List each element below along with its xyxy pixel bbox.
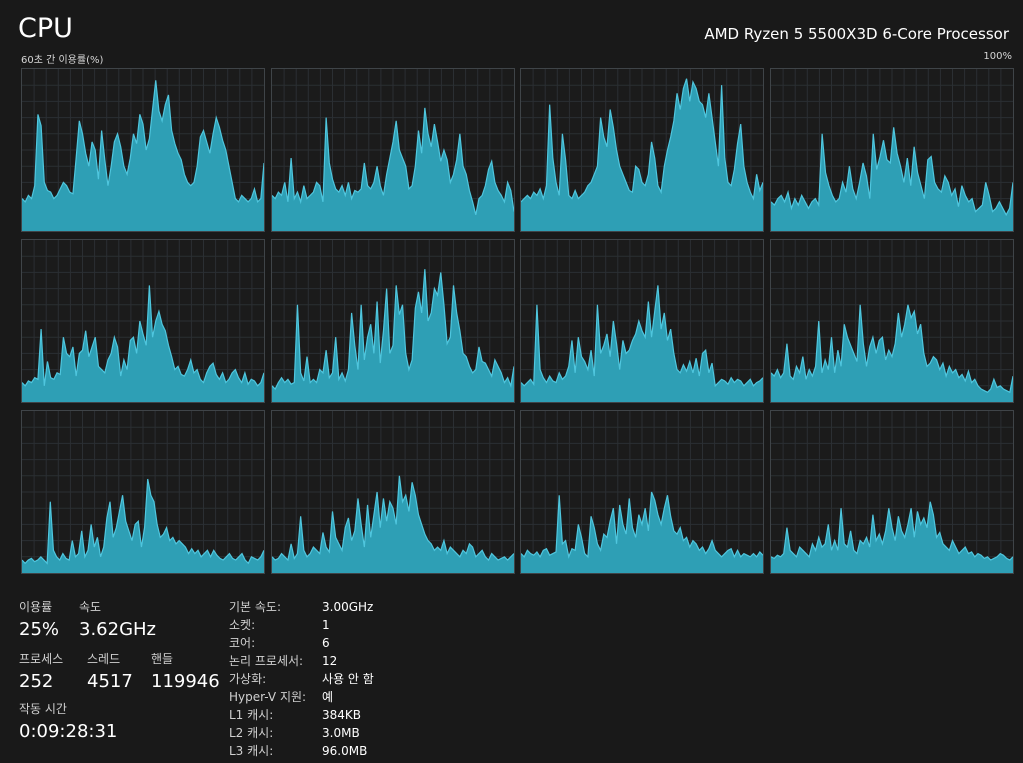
logical-processor-graph[interactable]	[21, 410, 265, 574]
logical-processor-graph[interactable]	[520, 239, 765, 403]
logical-processor-graph[interactable]	[769, 410, 1014, 574]
logical-processor-graph[interactable]	[769, 68, 1014, 232]
logical-processor-graph[interactable]	[21, 68, 265, 232]
spec-label: 논리 프로세서:	[229, 654, 304, 668]
uptime-value: 0:09:28:31	[19, 721, 118, 742]
spec-row: 소켓: 1	[229, 616, 449, 634]
usage-graph	[770, 240, 1013, 402]
stats-panel: 이용률 25% 속도 3.62GHz 프로세스 252 스레드 4517 핸들 …	[19, 598, 229, 758]
graph-max-label: 100%	[983, 51, 1012, 62]
spec-label: L3 캐시:	[229, 744, 274, 758]
handles-value: 119946	[151, 671, 220, 692]
spec-label: L2 캐시:	[229, 726, 274, 740]
spec-row: 가상화: 사용 안 함	[229, 670, 449, 688]
usage-graph	[271, 240, 514, 402]
utilization-label: 이용률	[19, 600, 53, 614]
page-title: CPU	[18, 13, 73, 44]
usage-graph	[22, 69, 264, 231]
logical-processor-graph[interactable]	[270, 239, 515, 403]
spec-value: 96.0MB	[322, 744, 368, 758]
speed-label: 속도	[79, 600, 102, 614]
spec-label: 기본 속도:	[229, 600, 282, 614]
uptime-label: 작동 시간	[19, 702, 67, 716]
spec-row: 논리 프로세서: 12	[229, 652, 449, 670]
spec-label: 코어:	[229, 636, 256, 650]
processor-specs: 기본 속도: 3.00GHz 소켓: 1 코어: 6 논리 프로세서: 12 가상화: 사용 안 …	[229, 598, 449, 760]
spec-value: 사용 안 함	[322, 672, 374, 686]
usage-graph	[770, 69, 1013, 231]
usage-graph	[521, 411, 764, 573]
processes-label: 프로세스	[19, 652, 64, 666]
usage-graph	[22, 411, 264, 573]
usage-graph	[271, 69, 514, 231]
usage-graph	[22, 240, 264, 402]
spec-row: L2 캐시: 3.0MB	[229, 724, 449, 742]
handles-label: 핸들	[151, 652, 174, 666]
spec-value: 3.0MB	[322, 726, 360, 740]
logical-processor-graph[interactable]	[769, 239, 1014, 403]
threads-label: 스레드	[87, 652, 121, 666]
spec-row: 기본 속도: 3.00GHz	[229, 598, 449, 616]
spec-row: 코어: 6	[229, 634, 449, 652]
spec-label: L1 캐시:	[229, 708, 274, 722]
processor-name: AMD Ryzen 5 5500X3D 6-Core Processor	[704, 25, 1009, 43]
threads-value: 4517	[87, 671, 133, 692]
spec-value: 3.00GHz	[322, 600, 374, 614]
graph-caption: 60초 간 이용률(%)	[21, 55, 104, 66]
utilization-value: 25%	[19, 619, 60, 640]
logical-processor-graph[interactable]	[520, 68, 765, 232]
logical-processor-graph-grid[interactable]	[21, 68, 1014, 574]
spec-row: Hyper-V 지원: 예	[229, 688, 449, 706]
spec-label: Hyper-V 지원:	[229, 690, 307, 704]
spec-label: 소켓:	[229, 618, 256, 632]
usage-graph	[271, 411, 514, 573]
spec-value: 1	[322, 618, 330, 632]
spec-row: L1 캐시: 384KB	[229, 706, 449, 724]
spec-row: L3 캐시: 96.0MB	[229, 742, 449, 760]
logical-processor-graph[interactable]	[270, 410, 515, 574]
processes-value: 252	[19, 671, 54, 692]
logical-processor-graph[interactable]	[520, 410, 765, 574]
spec-value: 384KB	[322, 708, 362, 722]
logical-processor-graph[interactable]	[270, 68, 515, 232]
spec-value: 예	[322, 690, 334, 704]
spec-value: 6	[322, 636, 330, 650]
spec-value: 12	[322, 654, 338, 668]
logical-processor-graph[interactable]	[21, 239, 265, 403]
usage-graph	[770, 411, 1013, 573]
usage-graph	[521, 240, 764, 402]
usage-graph	[521, 69, 764, 231]
spec-label: 가상화:	[229, 672, 267, 686]
speed-value: 3.62GHz	[79, 619, 157, 640]
